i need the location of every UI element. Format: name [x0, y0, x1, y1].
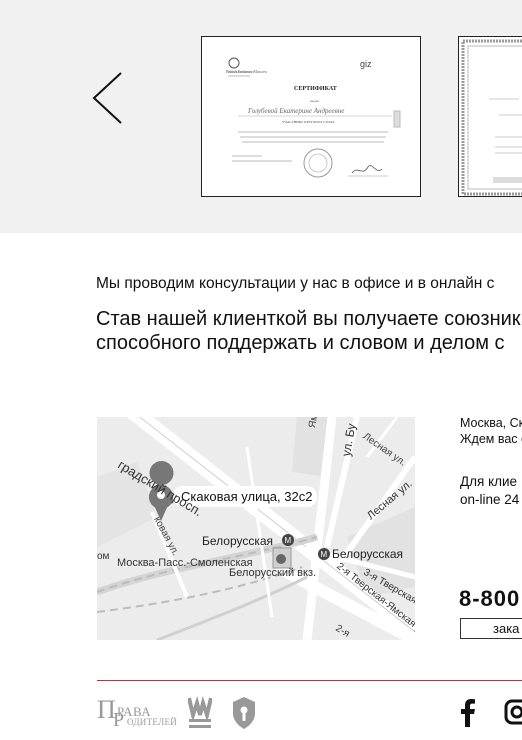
office-hours-text: Ждем вас с: [460, 432, 522, 446]
client-benefit-text: Став нашей клиенткой вы получаете союзни…: [96, 307, 522, 355]
map-label-belorusskaya-2: Белорусская: [332, 547, 404, 561]
order-call-button[interactable]: зака: [460, 618, 522, 639]
map-pin-label: Скаковая улица, 32с2: [181, 489, 313, 504]
footer-divider: [97, 680, 522, 681]
phone-number[interactable]: 8-800: [459, 586, 520, 612]
clients-note-line-1: Для клие: [460, 474, 518, 489]
certificate-slide[interactable]: British Embassy Moscow giz СЕРТИФИКАТ вы…: [201, 36, 421, 197]
svg-text:М: М: [285, 536, 292, 545]
logo-letter-r: Р: [113, 709, 125, 731]
carousel-prev-arrow-icon[interactable]: [88, 70, 128, 126]
office-address: Москва, Ск: [460, 416, 522, 430]
instagram-icon[interactable]: [504, 699, 522, 725]
map-label-bel-vokzal: Белорусский вкз.: [229, 567, 317, 579]
client-benefit-line-2: способного поддержать и словом и делом с: [96, 332, 505, 354]
logo-word-oditeley: ОДИТЕЛЕЙ: [127, 717, 178, 727]
w-logo-icon[interactable]: [187, 695, 213, 731]
consultation-text: Мы проводим консультации у нас в офисе и…: [96, 275, 495, 292]
certificate-slide-2[interactable]: [458, 36, 522, 197]
certificate-recipient-name: Голубевой Екатерине Андреевне: [248, 107, 345, 115]
clients-note-line-2: on-line 24: [460, 492, 520, 507]
office-map[interactable]: М М Скаковая улица, 32с2 градский просп.…: [97, 417, 415, 640]
svg-text:М: М: [321, 550, 328, 559]
shield-lock-icon[interactable]: [231, 695, 257, 731]
client-benefit-line-1: Став нашей клиенткой вы получаете союзни…: [96, 308, 522, 330]
map-roads: М М: [97, 417, 415, 640]
certificate-carousel: British Embassy Moscow giz СЕРТИФИКАТ вы…: [0, 0, 522, 233]
certificate-issued-to: выдан: [310, 99, 320, 103]
prava-roditeley-logo[interactable]: П РАВА Р ОДИТЕЛЕЙ: [97, 695, 178, 732]
map-label-om: ом: [97, 551, 110, 562]
certificate-role: УЧАСТНИКУ КРУГЛОГО СТОЛА: [282, 120, 335, 124]
map-label-belorusskaya-1: Белорусская: [202, 534, 274, 548]
certificate-org-left: British Embassy Moscow: [226, 69, 268, 74]
certificate-art: [228, 57, 401, 178]
certificate-2-art: [461, 39, 522, 196]
certificate-title: СЕРТИФИКАТ: [294, 86, 337, 92]
certificate-org-right: giz: [360, 59, 372, 69]
facebook-icon[interactable]: [458, 699, 478, 727]
